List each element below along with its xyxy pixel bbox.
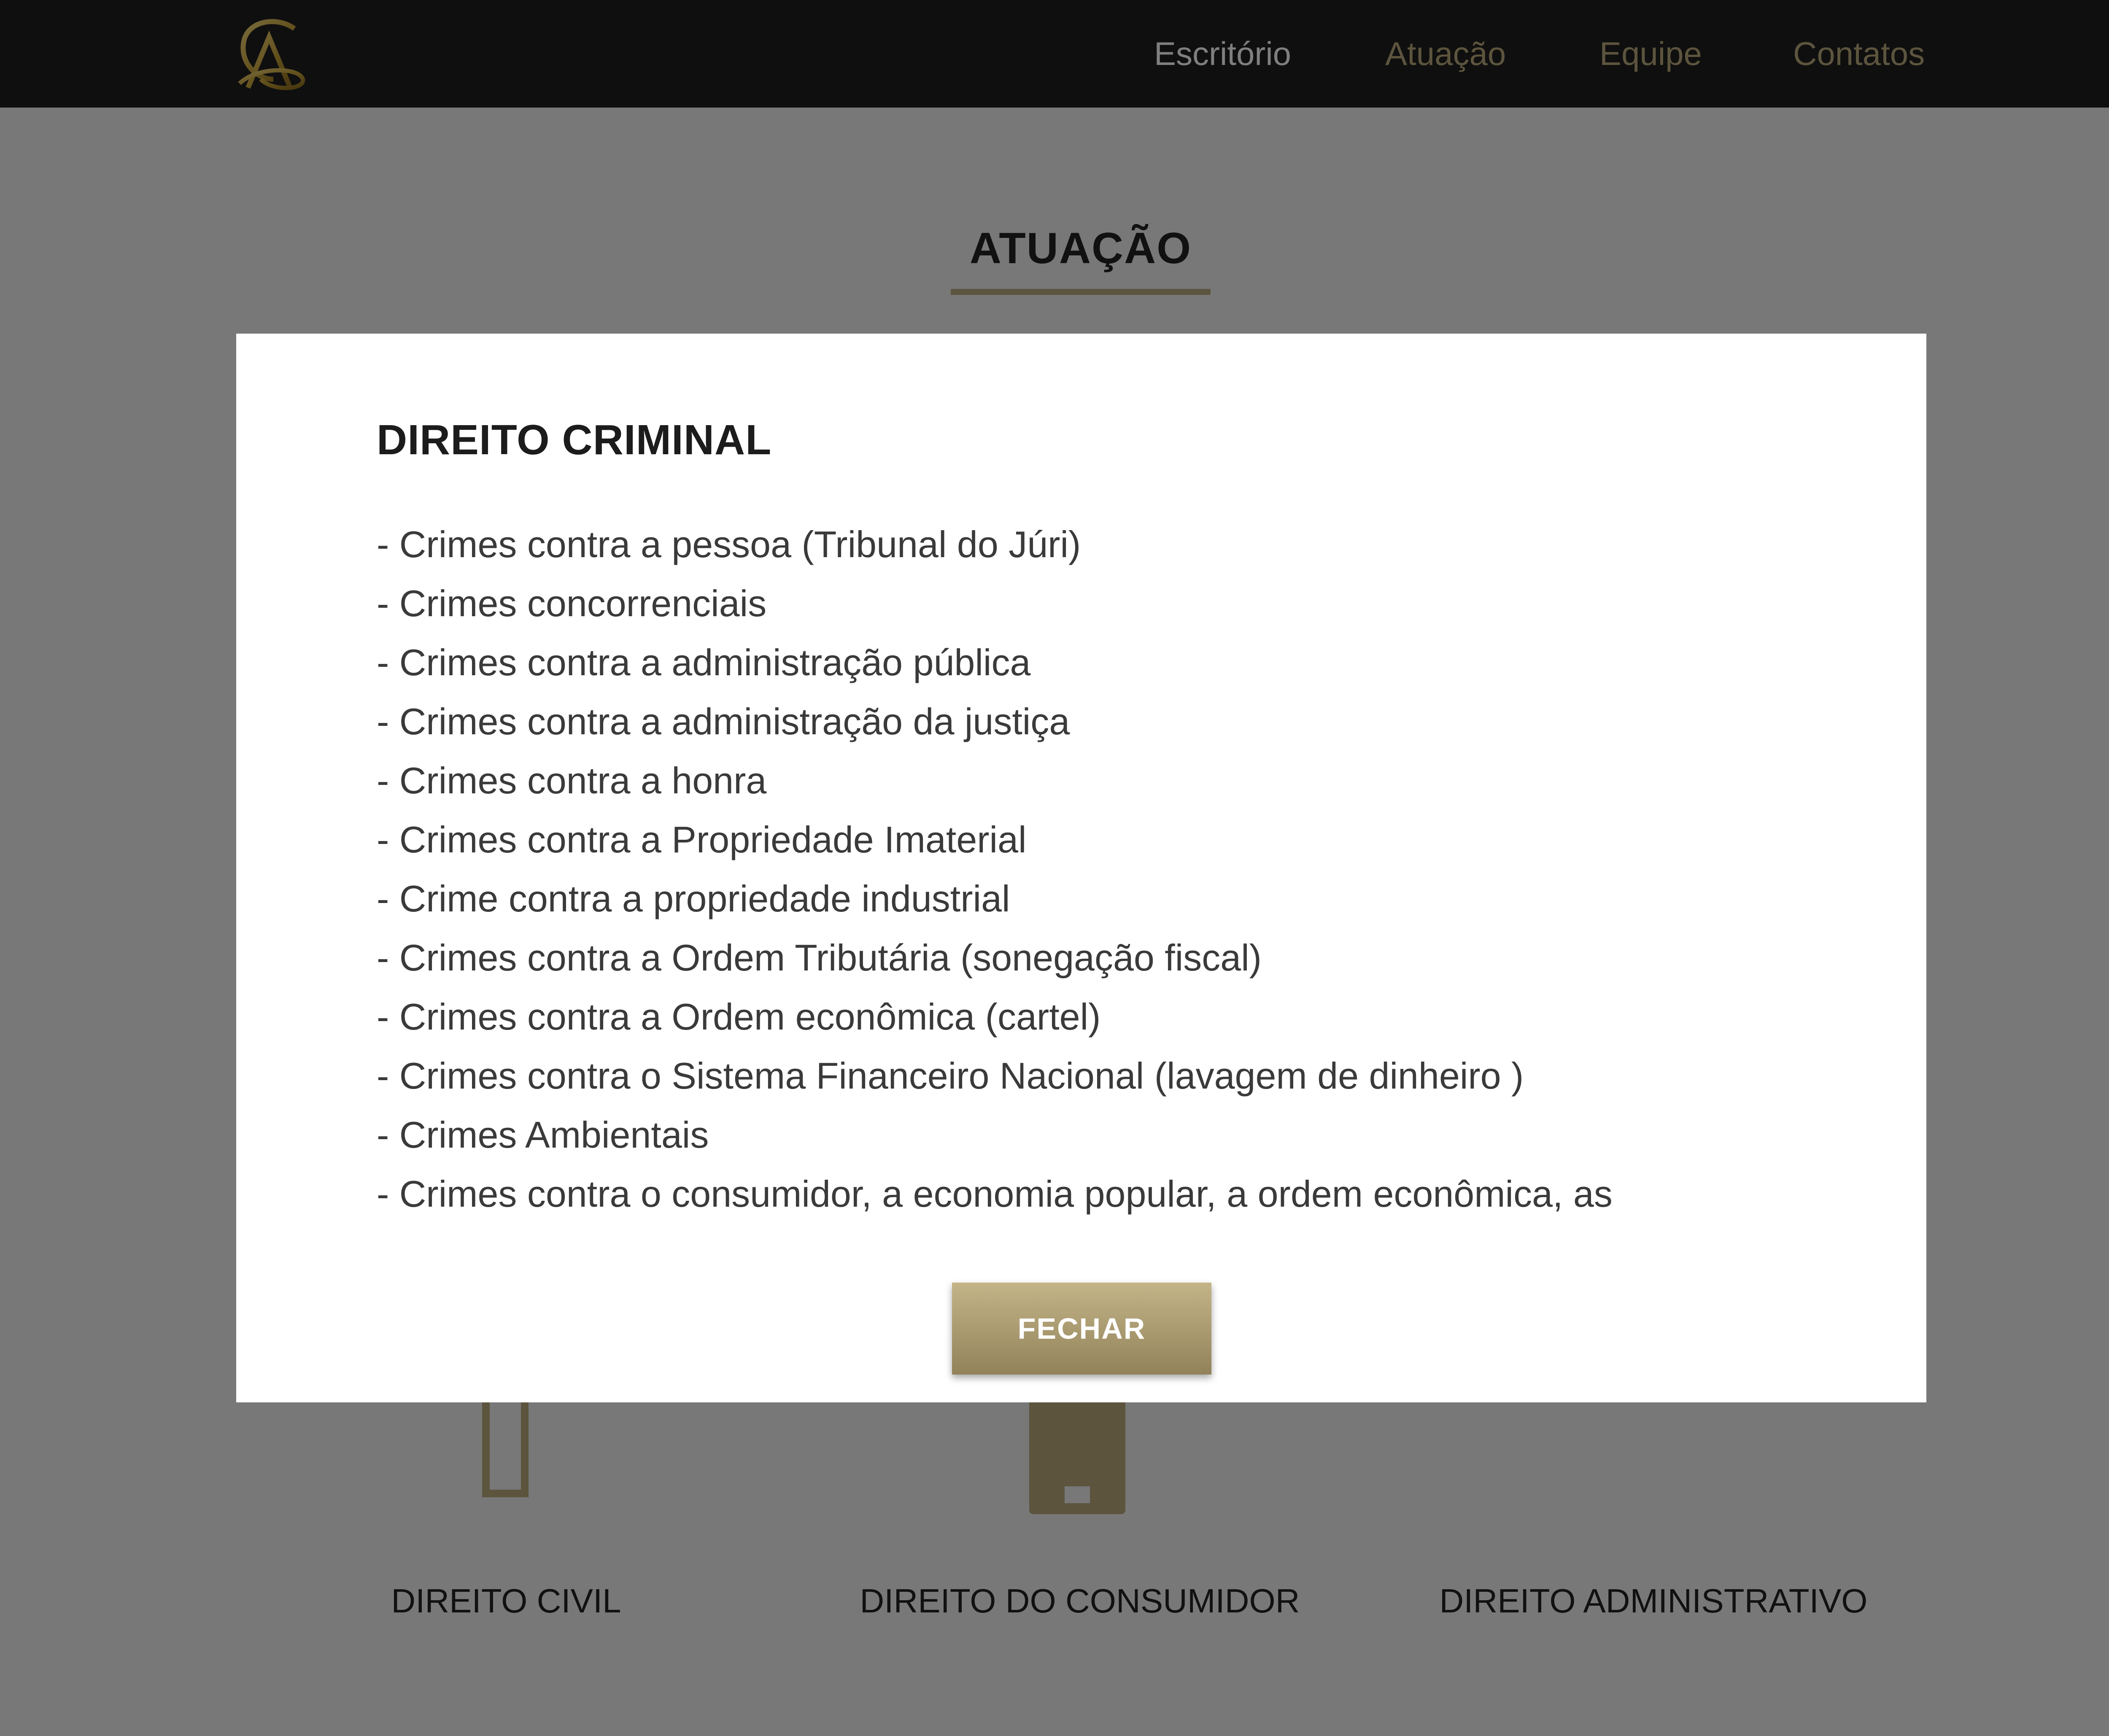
- list-item: - Crimes contra a pessoa (Tribunal do Jú…: [377, 523, 1081, 565]
- close-button[interactable]: FECHAR: [952, 1283, 1211, 1375]
- list-item: - Crimes contra a Propriedade Imaterial: [377, 819, 1027, 860]
- list-item: - Crimes Ambientais: [377, 1114, 709, 1156]
- list-item: - Crimes contra o Sistema Financeiro Nac…: [377, 1055, 1524, 1097]
- list-item: - Crimes contra a Ordem Tributária (sone…: [377, 937, 1262, 979]
- list-item: - Crimes contra o consumidor, a economia…: [377, 1173, 1613, 1215]
- list-item: - Crimes concorrenciais: [377, 582, 767, 624]
- list-item: - Crimes contra a administração pública: [377, 642, 1031, 683]
- list-item: - Crimes contra a Ordem econômica (carte…: [377, 996, 1101, 1038]
- list-item: - Crimes contra a honra: [377, 760, 767, 801]
- modal-dialog: DIREITO CRIMINAL - Crimes contra a pesso…: [236, 334, 1926, 1402]
- list-item: - Crime contra a propriedade industrial: [377, 878, 1010, 919]
- list-item: - Crimes contra a administração da justi…: [377, 701, 1070, 742]
- modal-title: DIREITO CRIMINAL: [377, 416, 772, 464]
- practice-list: - Crimes contra a pessoa (Tribunal do Jú…: [377, 515, 1878, 1224]
